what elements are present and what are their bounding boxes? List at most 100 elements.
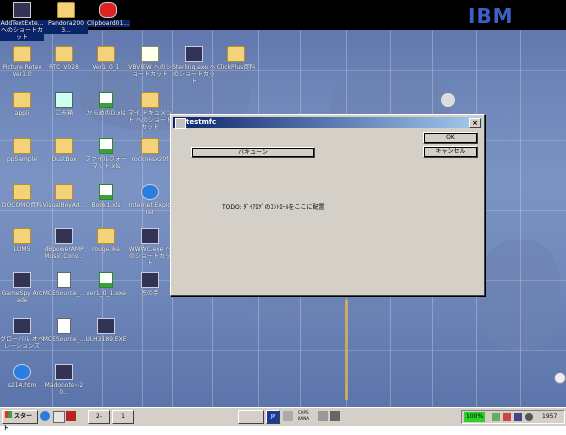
- desktop-icon[interactable]: からめのD.xls: [84, 92, 128, 117]
- desktop-icon[interactable]: GameSpy Arcade: [0, 272, 44, 304]
- ime-icon[interactable]: [330, 411, 340, 421]
- clock[interactable]: 1957: [542, 411, 557, 423]
- network-icon[interactable]: [492, 413, 500, 421]
- desktop-icon[interactable]: DustBox: [42, 138, 86, 163]
- desktop: IBM AddTextExte... へのショートカット Pandora2003.…: [0, 0, 566, 407]
- dialog-title: testmfc: [186, 118, 217, 126]
- folder-icon: [141, 92, 159, 108]
- app-icon: [13, 272, 31, 288]
- ok-button[interactable]: OK: [423, 132, 478, 144]
- task-group-label: 2-: [96, 413, 102, 420]
- desktop-icon[interactable]: AddTextExte... へのショートカット: [0, 2, 44, 41]
- kana-indicator: KANA: [298, 416, 310, 421]
- desktop-icon[interactable]: DOCOMO資料: [0, 184, 44, 209]
- folder-icon: [55, 138, 73, 154]
- desktop-icon-label: Sterling.exe へのショートカット: [172, 64, 216, 85]
- desktop-icon[interactable]: Sterling.exe へのショートカット: [172, 46, 216, 85]
- desktop-icon[interactable]: マイ ドキュメント へのショートカット: [128, 92, 172, 131]
- desktop-icon[interactable]: rouge.ike: [84, 228, 128, 253]
- desktop-icon[interactable]: Ver1_0_1: [84, 46, 128, 71]
- desktop-icon[interactable]: ごみ箱: [42, 92, 86, 117]
- desktop-icon-label: LOMS: [13, 246, 31, 253]
- close-button[interactable]: ×: [469, 118, 481, 128]
- desktop-icon-label: Clipboard01...: [86, 20, 130, 27]
- folder-icon: [97, 46, 115, 62]
- desktop-icon-label: DustBox: [51, 156, 77, 163]
- character-icon[interactable]: [441, 93, 455, 107]
- doc-icon: [57, 318, 71, 334]
- desktop-icon[interactable]: LOMS: [0, 228, 44, 253]
- ibm-logo: IBM: [468, 4, 528, 28]
- desktop-icon[interactable]: ver1_0_1.exe: [84, 272, 128, 297]
- desktop-icon-label: ごみ箱: [54, 110, 73, 117]
- desktop-icon[interactable]: RTC_V028: [42, 46, 86, 71]
- app-icon: [141, 228, 159, 244]
- app-quicklaunch-icon[interactable]: [66, 411, 76, 421]
- ime-toolbar[interactable]: [238, 410, 264, 424]
- desktop-icon[interactable]: ULH3189.EXE: [84, 318, 128, 343]
- taskbar-task-button[interactable]: 1: [112, 410, 134, 424]
- desktop-icon-label: appli: [14, 110, 30, 117]
- caps-indicator: CAPS: [298, 410, 309, 415]
- desktop-icon[interactable]: ファイルフォーマット.xls: [84, 138, 128, 170]
- desktop-icon-label: ClickPlus資料: [216, 64, 256, 71]
- app-icon: [97, 318, 115, 334]
- desktop-icon[interactable]: WWWC.exe へのショートカット: [128, 228, 172, 267]
- desktop-icon[interactable]: Clipboard01...: [86, 2, 130, 27]
- battery-indicator[interactable]: 100%: [464, 412, 486, 422]
- desktop-icon-label: マイ ドキュメント へのショートカット: [128, 110, 172, 131]
- app-icon: [185, 46, 203, 62]
- desktop-icon-label: MCESource_...: [42, 290, 86, 297]
- desktop-icon[interactable]: ppSample: [0, 138, 44, 163]
- folder-icon: [13, 46, 31, 62]
- desktop-icon[interactable]: Book1.xls: [84, 184, 128, 209]
- ime-icon[interactable]: [318, 411, 328, 421]
- desktop-icon[interactable]: s214.htm: [0, 364, 44, 389]
- ime-language[interactable]: JP: [266, 410, 280, 424]
- desktop-quicklaunch-icon[interactable]: [53, 411, 65, 423]
- folder-icon: [57, 2, 75, 18]
- desktop-icon[interactable]: グローバル オペレーションズ: [0, 318, 44, 350]
- red-flower-icon: [99, 2, 117, 18]
- desktop-icon-label: Madonote~20...: [44, 382, 84, 396]
- folder-icon: [13, 138, 31, 154]
- dialog-titlebar[interactable]: testmfc ×: [173, 117, 482, 129]
- volume-icon[interactable]: [525, 413, 533, 421]
- desktop-icon-label: Internet Explorer: [128, 202, 172, 216]
- desktop-icon[interactable]: Picture Retex Ver1.0: [0, 46, 44, 78]
- desktop-icon-label: RTC_V028: [49, 64, 79, 71]
- desktop-icon[interactable]: MCESource_...: [42, 272, 86, 297]
- tray-app-icon[interactable]: [503, 413, 511, 421]
- doc-icon: [57, 272, 71, 288]
- desktop-icon-label: s214.htm: [7, 382, 37, 389]
- excel-icon: [99, 184, 113, 200]
- desktop-icon[interactable]: MCESource_...: [42, 318, 86, 343]
- folder-icon: [97, 228, 115, 244]
- excel-icon: [99, 272, 113, 288]
- taskbar-group-button[interactable]: 2-: [88, 410, 110, 424]
- action-button[interactable]: バキューン: [191, 147, 315, 158]
- desktop-icon[interactable]: ClickPlus資料: [214, 46, 258, 71]
- desktop-icon[interactable]: 窓の手: [128, 272, 172, 297]
- desktop-icon[interactable]: Madonote~20...: [42, 364, 86, 396]
- cancel-button[interactable]: キャンセル: [423, 146, 478, 158]
- desktop-icon[interactable]: VBVIEW へのショートカット: [128, 46, 172, 78]
- desktop-icon[interactable]: Internet Explorer: [128, 184, 172, 216]
- desktop-icon[interactable]: rocknesx20f: [128, 138, 172, 163]
- app-icon: [13, 318, 31, 334]
- desktop-icon-label: rocknesx20f: [131, 156, 169, 163]
- desktop-icon-label: グローバル オペレーションズ: [0, 336, 44, 350]
- ime-pad-icon[interactable]: [283, 411, 293, 421]
- ie-quicklaunch-icon[interactable]: [40, 411, 50, 421]
- desktop-icon-label: dBpowerAMP Music Conv...: [44, 246, 84, 260]
- desktop-icon[interactable]: VisualBoyAd...: [42, 184, 86, 209]
- desktop-icon[interactable]: Pandora2003...: [44, 2, 88, 34]
- start-button[interactable]: スタート: [2, 410, 38, 432]
- desktop-icon-label: Book1.xls: [91, 202, 121, 209]
- desktop-icon-label: WWWC.exe へのショートカット: [128, 246, 172, 267]
- ie-icon: [13, 364, 31, 380]
- tray-app-icon[interactable]: [514, 413, 522, 421]
- desktop-icon-label: VisualBoyAd...: [42, 202, 86, 209]
- desktop-icon[interactable]: appli: [0, 92, 44, 117]
- desktop-icon[interactable]: dBpowerAMP Music Conv...: [42, 228, 86, 260]
